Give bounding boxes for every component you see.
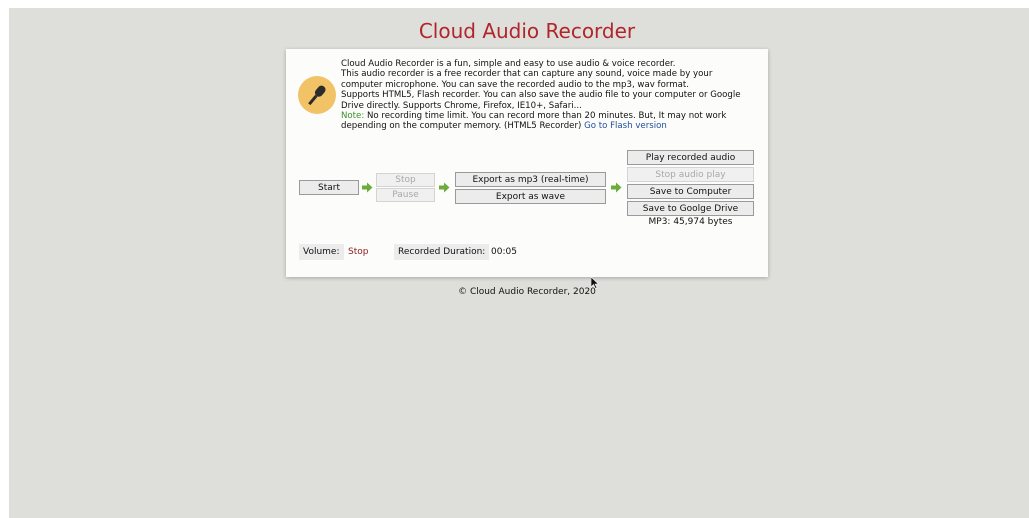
volume-value: Stop [348, 247, 369, 257]
arrow-right-icon [362, 182, 373, 193]
recorder-panel: Cloud Audio Recorder is a fun, simple an… [286, 49, 768, 277]
arrow-right-icon [611, 182, 622, 193]
intro-line: depending on the computer memory. (HTML5… [341, 121, 761, 131]
file-size-info: MP3: 45,974 bytes [648, 217, 733, 227]
intro-line: Supports HTML5, Flash recorder. You can … [341, 90, 741, 101]
save-drive-button[interactable]: Save to Goolge Drive [627, 201, 754, 216]
note-text: No recording time limit. You can record … [364, 111, 727, 122]
stop-audio-button[interactable]: Stop audio play [627, 167, 754, 182]
volume-label: Volume: [299, 244, 344, 260]
flash-version-link[interactable]: Go to Flash version [584, 121, 667, 131]
intro-line: Cloud Audio Recorder is a fun, simple an… [341, 59, 676, 69]
intro-text: Cloud Audio Recorder is a fun, simple an… [341, 59, 761, 132]
play-recorded-button[interactable]: Play recorded audio [627, 150, 754, 165]
export-wave-button[interactable]: Export as wave [455, 189, 606, 204]
start-button[interactable]: Start [299, 180, 359, 195]
pause-button[interactable]: Pause [376, 188, 435, 202]
recorder-mode-text: depending on the computer memory. (HTML5… [341, 121, 585, 132]
export-mp3-button[interactable]: Export as mp3 (real-time) [455, 172, 606, 187]
intro-line: Drive directly. Supports Chrome, Firefox… [341, 100, 582, 111]
page-title: Cloud Audio Recorder [418, 19, 636, 43]
duration-label: Recorded Duration: [394, 244, 490, 260]
cursor-icon [591, 277, 599, 289]
footer: © Cloud Audio Recorder, 2020 [458, 287, 596, 297]
microphone-icon [298, 76, 336, 114]
arrow-right-icon [439, 182, 450, 193]
intro-line: This audio recorder is a free recorder t… [341, 69, 713, 80]
note-line: Note: No recording time limit. You can r… [341, 111, 761, 121]
note-label: Note: [341, 111, 365, 122]
save-computer-button[interactable]: Save to Computer [627, 184, 754, 199]
stop-button[interactable]: Stop [376, 173, 435, 187]
intro-line: computer microphone. You can save the re… [341, 79, 689, 90]
duration-value: 00:05 [491, 247, 517, 257]
